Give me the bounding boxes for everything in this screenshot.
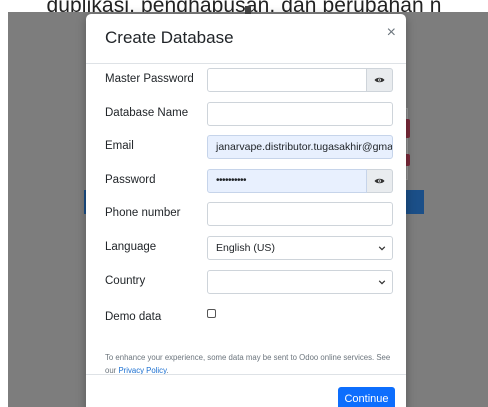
country-label: Country	[105, 275, 146, 287]
phone-number-input[interactable]	[207, 202, 393, 226]
background-marker	[245, 6, 251, 14]
close-icon[interactable]: ×	[387, 25, 396, 41]
phone-number-label: Phone number	[105, 207, 181, 219]
eye-icon	[374, 178, 385, 184]
password-row: Password ••••••••••	[105, 169, 393, 195]
password-input[interactable]: ••••••••••	[207, 169, 367, 193]
database-name-row: Database Name	[105, 102, 393, 128]
language-row: Language English (US)	[105, 236, 393, 262]
database-name-label: Database Name	[105, 107, 189, 119]
language-label: Language	[105, 241, 157, 253]
email-row: Email janarvape.distributor.tugasakhir@g…	[105, 135, 393, 161]
country-select[interactable]	[207, 270, 393, 294]
password-label: Password	[105, 174, 156, 186]
continue-button[interactable]: Continue	[338, 387, 395, 407]
demo-data-checkbox[interactable]	[207, 309, 216, 318]
eye-icon	[374, 77, 385, 83]
modal-footer-divider	[86, 374, 406, 375]
demo-data-label: Demo data	[105, 311, 162, 323]
modal-header: Create Database ×	[86, 14, 406, 64]
language-selected-value: English (US)	[216, 242, 275, 254]
phone-number-row: Phone number	[105, 202, 393, 228]
chevron-down-icon	[378, 246, 386, 251]
modal-title: Create Database	[105, 28, 234, 47]
database-name-input[interactable]	[207, 102, 393, 126]
chevron-down-icon	[378, 280, 386, 285]
master-password-input[interactable]	[207, 68, 367, 92]
email-label: Email	[105, 140, 134, 152]
show-password-button[interactable]	[367, 169, 393, 193]
language-select[interactable]: English (US)	[207, 236, 393, 260]
master-password-label: Master Password	[105, 73, 194, 85]
country-row: Country	[105, 270, 393, 296]
email-input[interactable]: janarvape.distributor.tugasakhir@gmai	[207, 135, 393, 159]
master-password-row: Master Password	[105, 68, 393, 94]
create-database-dialog: Create Database × Master Password Databa…	[86, 14, 406, 407]
demo-data-row: Demo data	[105, 306, 393, 332]
show-master-password-button[interactable]	[367, 68, 393, 92]
